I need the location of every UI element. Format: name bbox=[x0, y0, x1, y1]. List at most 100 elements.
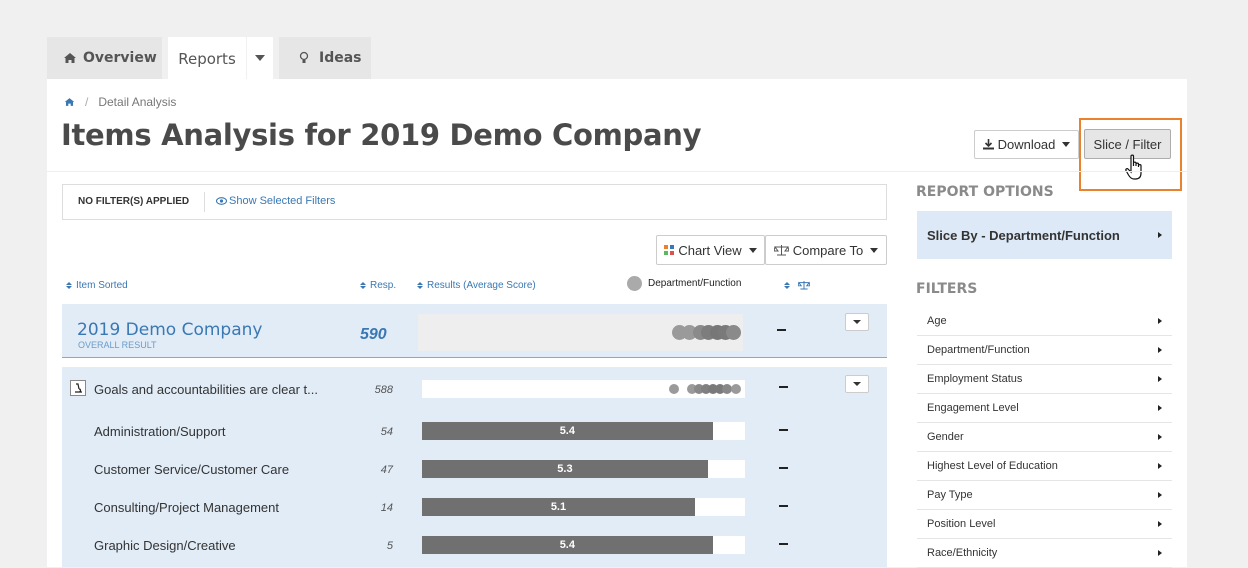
chevron-right-icon bbox=[1158, 550, 1162, 556]
slice-filter-label: Slice / Filter bbox=[1093, 136, 1162, 152]
row-label: Consulting/Project Management bbox=[94, 500, 279, 515]
filter-employment-status[interactable]: Employment Status bbox=[917, 365, 1172, 394]
row-label: Administration/Support bbox=[94, 424, 226, 439]
overall-sublabel: OVERALL RESULT bbox=[78, 340, 157, 350]
compare-to-label: Compare To bbox=[792, 242, 864, 258]
lightbulb-icon bbox=[299, 51, 309, 63]
tab-ideas[interactable]: Ideas bbox=[279, 37, 371, 79]
show-filters-label: Show Selected Filters bbox=[229, 195, 336, 207]
row-label: Graphic Design/Creative bbox=[94, 538, 236, 553]
score-bar: 5.1 bbox=[422, 498, 695, 516]
home-icon bbox=[64, 53, 76, 63]
slice-by-option[interactable]: Slice By - Department/Function bbox=[917, 211, 1172, 259]
filters-title: FILTERS bbox=[916, 281, 978, 297]
tab-overview[interactable]: Overview bbox=[47, 37, 162, 79]
tab-overview-label: Overview bbox=[83, 50, 157, 66]
tab-ideas-label: Ideas bbox=[319, 50, 362, 66]
eye-icon bbox=[216, 197, 227, 205]
compare-dash bbox=[777, 329, 786, 331]
filter-label: Employment Status bbox=[927, 373, 1023, 385]
chart-grid-icon bbox=[664, 245, 675, 255]
score-value: 5.4 bbox=[559, 425, 575, 437]
filter-gender[interactable]: Gender bbox=[917, 423, 1172, 452]
chevron-right-icon bbox=[1158, 347, 1162, 353]
caret-down-icon bbox=[853, 320, 861, 324]
filter-department-function[interactable]: Department/Function bbox=[917, 336, 1172, 365]
show-selected-filters-link[interactable]: Show Selected Filters bbox=[216, 195, 335, 207]
report-options-title: REPORT OPTIONS bbox=[916, 184, 1054, 200]
header-divider bbox=[47, 171, 1187, 172]
score-bar: 5.4 bbox=[422, 536, 713, 554]
item-label[interactable]: Goals and accountabilities are clear t..… bbox=[94, 382, 318, 397]
breadcrumb-separator: / bbox=[85, 95, 89, 109]
caret-down-icon bbox=[853, 382, 861, 386]
caret-down-icon bbox=[1062, 142, 1071, 147]
row-resp: 5 bbox=[386, 540, 393, 552]
chevron-right-icon bbox=[1158, 521, 1162, 527]
filter-position-level[interactable]: Position Level bbox=[917, 510, 1172, 539]
col-compare[interactable] bbox=[784, 280, 810, 290]
score-bar-track: 5.3 bbox=[422, 460, 745, 478]
filter-status-bar: NO FILTER(S) APPLIED Show Selected Filte… bbox=[62, 184, 887, 220]
download-button[interactable]: Download bbox=[974, 130, 1079, 159]
tab-reports-label: Reports bbox=[178, 50, 236, 68]
chevron-right-icon bbox=[1158, 318, 1162, 324]
filter-label: Age bbox=[927, 315, 947, 327]
scale-icon bbox=[773, 245, 789, 256]
reports-dropdown-toggle[interactable] bbox=[247, 37, 273, 79]
tab-reports[interactable]: Reports bbox=[168, 37, 246, 79]
item-type-icon[interactable] bbox=[70, 380, 86, 396]
compare-dash bbox=[779, 467, 788, 469]
home-icon[interactable] bbox=[64, 97, 75, 107]
col-results[interactable]: Results (Average Score) bbox=[417, 280, 536, 291]
chevron-right-icon bbox=[1158, 463, 1162, 469]
overall-row-menu-button[interactable] bbox=[845, 313, 869, 331]
sort-icon bbox=[417, 282, 423, 289]
item-row-menu-button[interactable] bbox=[845, 375, 869, 393]
filter-label: Pay Type bbox=[927, 489, 973, 501]
score-value: 5.1 bbox=[550, 501, 567, 513]
slice-by-label: Slice By - Department/Function bbox=[927, 227, 1120, 243]
distribution-dot bbox=[669, 384, 679, 394]
pointer-cursor-icon bbox=[1125, 154, 1142, 180]
filter-race-ethnicity[interactable]: Race/Ethnicity bbox=[917, 539, 1172, 568]
chevron-right-icon bbox=[1158, 492, 1162, 498]
filter-age[interactable]: Age bbox=[917, 307, 1172, 336]
filter-label: Gender bbox=[927, 431, 964, 443]
col-resp[interactable]: Resp. bbox=[360, 280, 396, 291]
breadcrumb-current: Detail Analysis bbox=[98, 95, 177, 109]
col-results-label: Results (Average Score) bbox=[427, 280, 536, 291]
overall-name: 2019 Demo Company bbox=[77, 320, 263, 340]
chevron-right-icon bbox=[1158, 232, 1162, 238]
chevron-right-icon bbox=[1158, 405, 1162, 411]
compare-dash bbox=[779, 505, 788, 507]
score-bar-track: 5.4 bbox=[422, 536, 745, 554]
scale-icon bbox=[798, 281, 810, 290]
score-bar: 5.4 bbox=[422, 422, 713, 440]
filter-label: Race/Ethnicity bbox=[927, 547, 998, 559]
chart-view-button[interactable]: Chart View bbox=[656, 235, 765, 265]
row-resp: 14 bbox=[380, 502, 393, 514]
score-bar-track: 5.4 bbox=[422, 422, 745, 440]
filter-pay-type[interactable]: Pay Type bbox=[917, 481, 1172, 510]
filter-engagement-level[interactable]: Engagement Level bbox=[917, 394, 1172, 423]
chevron-right-icon bbox=[1158, 376, 1162, 382]
filter-education[interactable]: Highest Level of Education bbox=[917, 452, 1172, 481]
sort-icon bbox=[360, 282, 366, 289]
legend-dot bbox=[627, 276, 642, 291]
filter-label: Department/Function bbox=[927, 344, 1030, 356]
compare-to-button[interactable]: Compare To bbox=[765, 235, 887, 265]
page-title: Items Analysis for 2019 Demo Company bbox=[61, 118, 702, 152]
filter-label: Engagement Level bbox=[927, 402, 1019, 414]
row-label: Customer Service/Customer Care bbox=[94, 462, 290, 477]
microscope-icon bbox=[75, 383, 82, 393]
filter-label: Position Level bbox=[927, 518, 996, 530]
item-distribution bbox=[422, 380, 745, 398]
col-item-sorted[interactable]: Item Sorted bbox=[66, 280, 128, 291]
compare-dash bbox=[779, 386, 788, 388]
row-resp: 54 bbox=[380, 426, 393, 438]
filter-bar-divider bbox=[204, 192, 205, 212]
download-icon bbox=[982, 139, 994, 150]
compare-dash bbox=[779, 543, 788, 545]
breadcrumb: / Detail Analysis bbox=[64, 95, 176, 109]
